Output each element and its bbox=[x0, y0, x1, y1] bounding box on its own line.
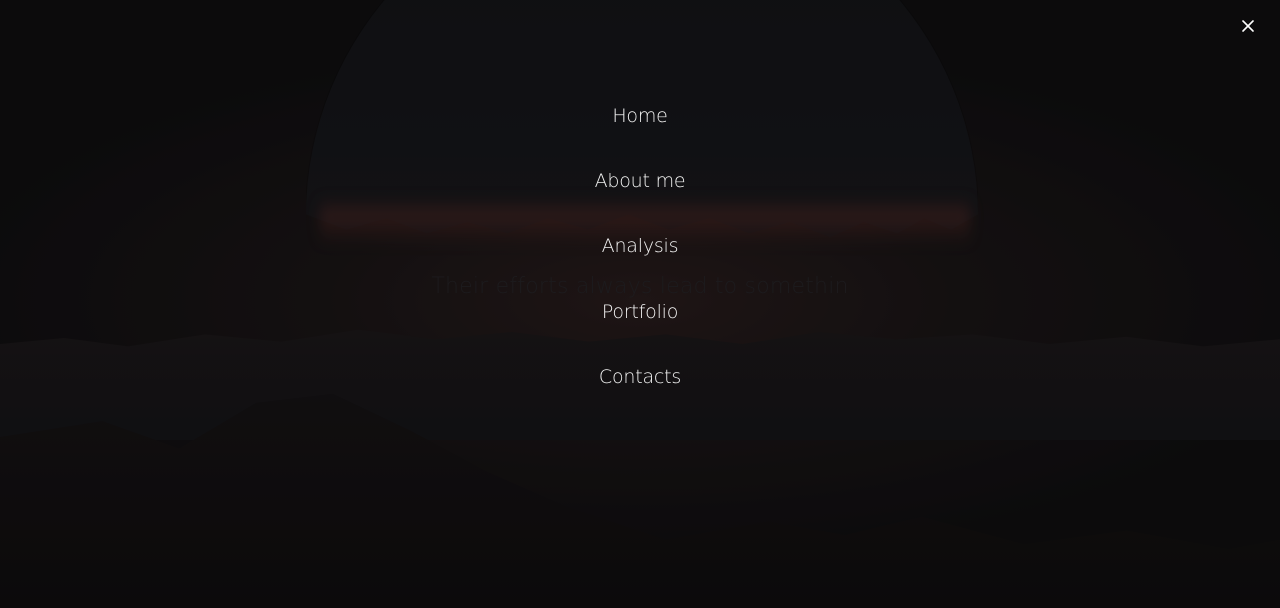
nav-link-about-me[interactable]: About me bbox=[540, 165, 740, 197]
close-icon bbox=[1242, 20, 1254, 32]
menu-overlay-page: Their efforts always lead to somethin Ho… bbox=[0, 0, 1280, 608]
nav-link-analysis[interactable]: Analysis bbox=[540, 230, 740, 262]
nav-link-portfolio[interactable]: Portfolio bbox=[540, 296, 740, 328]
nav-item-about-me: About me bbox=[0, 165, 1280, 230]
nav-link-contacts[interactable]: Contacts bbox=[540, 361, 740, 393]
nav-menu: Home About me Analysis Portfolio Contact… bbox=[0, 100, 1280, 426]
nav-item-analysis: Analysis bbox=[0, 230, 1280, 295]
nav-link-home[interactable]: Home bbox=[540, 100, 740, 132]
close-button[interactable] bbox=[1238, 16, 1258, 36]
nav-item-contacts: Contacts bbox=[0, 361, 1280, 426]
nav-item-home: Home bbox=[0, 100, 1280, 165]
nav-item-portfolio: Portfolio bbox=[0, 296, 1280, 361]
